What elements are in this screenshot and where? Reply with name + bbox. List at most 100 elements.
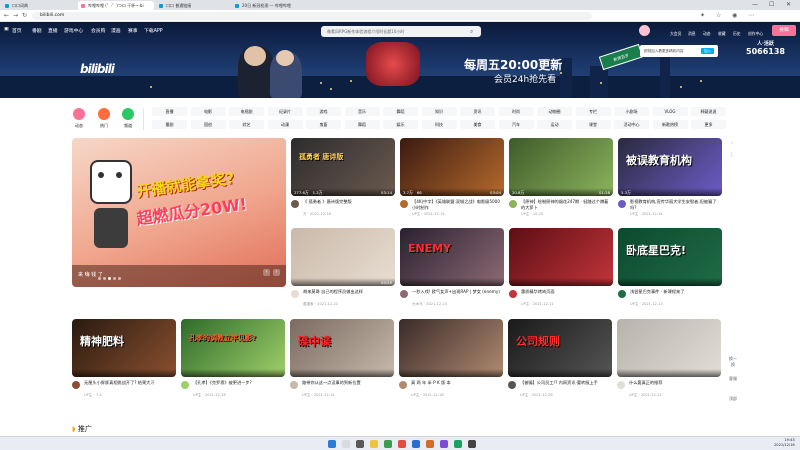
video-title[interactable]: 【孔孝】《克罗恩》被更进一步? (193, 380, 283, 391)
uploader-avatar[interactable] (509, 200, 517, 208)
sidebar-more-icon[interactable]: ⋮ (728, 152, 736, 158)
uploader-avatar[interactable] (617, 381, 625, 389)
uploader-avatar[interactable] (290, 381, 298, 389)
hot-channel-icon[interactable] (98, 108, 110, 120)
video-title[interactable]: 浅尝星巴克事件 - 新课程来了 (630, 289, 720, 300)
app-icon[interactable] (426, 440, 434, 448)
uploader-avatar[interactable] (509, 290, 517, 298)
video-title[interactable]: 影视教育机构,宣传华丽大学生安慰者,但被骗了吗? (630, 199, 720, 210)
channel-tag[interactable]: 资讯 (460, 107, 495, 116)
uploader-avatar[interactable] (72, 381, 80, 389)
channel-tag[interactable]: 运动 (537, 120, 572, 129)
video-author-date[interactable]: UP主 · 2021-12-22 (629, 393, 662, 398)
channel-tag[interactable]: 知识 (421, 107, 457, 116)
close-window-button[interactable]: ✕ (786, 0, 791, 10)
nav-esports[interactable]: 赛事 (128, 27, 138, 34)
channel-tag[interactable]: 动漫 (267, 120, 303, 129)
video-title[interactable]: 真 两 年 半 P K 版 本 (411, 380, 501, 391)
menu-icon[interactable]: ⋯ (748, 12, 754, 20)
nav-manga[interactable]: 漫画 (111, 27, 121, 34)
channel-tag[interactable]: 鬼畜 (306, 120, 341, 129)
channel-tag[interactable]: VLOG (652, 107, 688, 116)
app-icon[interactable] (440, 440, 448, 448)
channel-tag[interactable]: 音乐 (344, 107, 380, 116)
uploader-avatar[interactable] (400, 200, 408, 208)
channel-tag[interactable]: 活动中心 (614, 120, 649, 129)
upload-button[interactable]: 投稿 (772, 25, 796, 36)
channel-tag[interactable]: 舞蹈 (344, 120, 380, 129)
video-author-date[interactable]: UP主 · 2021-12-15 (302, 393, 335, 398)
file-explorer-icon[interactable] (370, 440, 378, 448)
nav-download-app[interactable]: 下载APP (144, 27, 163, 34)
video-card[interactable]: 04:25 胡来莫哥 自己的程序员做出这样墨墨家 · 2021-12-22 (291, 228, 395, 314)
url-field[interactable]: bilibili.com (32, 12, 592, 20)
video-author-date[interactable]: 大木马 · 2021-12-13 (412, 302, 447, 307)
minimize-button[interactable]: — (752, 0, 758, 10)
video-title[interactable]: 胡来莫哥 自己的程序员做出这样 (303, 289, 393, 300)
customer-service-button[interactable]: 客服 (728, 376, 738, 382)
video-thumbnail[interactable]: 孔孝的调教立竿见影? (181, 319, 285, 377)
uploader-avatar[interactable] (399, 381, 407, 389)
channel-tag[interactable]: 动物圈 (537, 107, 572, 116)
video-title[interactable]: 惠质精华烤肉页面 (521, 289, 611, 300)
browser-tab[interactable]: 口口 普通链接 (156, 1, 230, 10)
video-title[interactable]: 【4K|中字】《英雄联盟:双城之战》电影级5000小时制作 (412, 199, 502, 210)
video-title[interactable]: 【原神】绘制原神的烟花247期 · 轻踏过个蹲着的大萝卜 (521, 199, 611, 210)
uploader-avatar[interactable] (618, 290, 626, 298)
video-author-date[interactable]: UP主 · 2021-12-26 (193, 393, 226, 398)
channel-tag[interactable]: 更多 (691, 120, 726, 129)
video-thumbnail[interactable]: 20.8万 01:28 (509, 138, 613, 196)
video-card[interactable]: ENEMY 一秒入戏! 欧气女声+出现RAP | 梦女 (enemy) 大木马 · … (400, 228, 504, 314)
video-thumbnail[interactable]: 04:25 (291, 228, 395, 286)
nav-live[interactable]: 直播 (48, 27, 58, 34)
channel-tag[interactable]: 电影 (190, 107, 226, 116)
channel-tag[interactable]: 新歌热榜 (652, 120, 688, 129)
video-thumbnail[interactable]: 碟中谍 (290, 319, 394, 377)
channel-tag[interactable]: 汽车 (498, 120, 534, 129)
video-card[interactable]: 孤勇者 唐诗版 277.6万 1.2万 03:14 《 孤勇者 》唐诗版完整版方 · 2… (291, 138, 395, 224)
video-author-date[interactable]: 墨墨家 · 2021-12-22 (303, 302, 338, 307)
bilibili-logo[interactable]: bilibili (80, 62, 115, 76)
channel-tag[interactable]: 美食 (460, 120, 495, 129)
nav-history[interactable]: 历史 (733, 31, 741, 37)
video-card[interactable]: 碟中谍 路带你从这一点没事的到新位置 UP主 · 2021-12-15 (290, 319, 394, 405)
video-author-date[interactable]: UP主 · 2021-12-26 (520, 393, 553, 398)
promo-carousel[interactable]: 开播就能拿奖? 超燃瓜分20W! 来 嗨 钱 了 ‹ › (72, 138, 286, 287)
channel-tag[interactable]: 综艺 (229, 120, 264, 129)
uploader-avatar[interactable] (181, 381, 189, 389)
video-thumbnail[interactable]: 精神肥料 (72, 319, 176, 377)
login-popup-button[interactable]: 加入 (700, 48, 714, 54)
search-icon[interactable]: ⌕ (470, 28, 473, 36)
app-icon[interactable] (468, 440, 476, 448)
video-thumbnail[interactable]: 孤勇者 唐诗版 277.6万 1.2万 03:14 (291, 138, 395, 196)
nav-dynamic[interactable]: 动态 (703, 31, 711, 37)
uploader-avatar[interactable] (618, 200, 626, 208)
nav-mall[interactable]: 会员购 (91, 27, 105, 34)
nav-bangumi[interactable]: 番剧 (32, 27, 42, 34)
video-thumbnail[interactable] (617, 319, 721, 377)
video-card[interactable]: 3.7万 66 03:04 【4K|中字】《英雄联盟:双城之战》电影级5000小时制作… (400, 138, 504, 224)
forward-icon[interactable]: → (13, 12, 18, 20)
video-thumbnail[interactable]: ENEMY (400, 228, 504, 286)
channel-tag[interactable]: 课堂 (575, 120, 611, 129)
video-card[interactable]: 孔孝的调教立竿见影? 【孔孝】《克罗恩》被更进一步? UP主 · 2021-12-2… (181, 319, 285, 405)
video-title[interactable]: 无厘头小胖胖真相挑战开了? 结果大汗 (84, 380, 174, 391)
app-icon[interactable] (384, 440, 392, 448)
nav-creator-center[interactable]: 创作中心 (748, 31, 763, 37)
back-to-top-button[interactable]: 顶部 (728, 396, 738, 402)
video-author-date[interactable]: UP主 · 2021-12-14 (630, 212, 663, 217)
chrome-icon[interactable] (398, 440, 406, 448)
edge-icon[interactable] (412, 440, 420, 448)
extension-icon[interactable]: ✦ (700, 12, 705, 20)
maximize-button[interactable]: ☐ (769, 0, 774, 10)
channel-tag[interactable]: 纪录片 (267, 107, 303, 116)
back-icon[interactable]: ← (4, 12, 9, 20)
video-thumbnail[interactable] (399, 319, 503, 377)
video-card[interactable]: 惠质精华烤肉页面 UP主 · 2021-12-11 (509, 228, 613, 314)
channel-tag[interactable]: 专栏 (575, 107, 611, 116)
video-title[interactable]: 一秒入戏! 欧气女声+出现RAP | 梦女 (enemy) (412, 289, 502, 300)
task-view-icon[interactable] (356, 440, 364, 448)
home-icon[interactable]: ▣ (4, 27, 9, 32)
video-title[interactable]: 什么要真正的推荐 (629, 380, 719, 391)
dynamic-channel-icon[interactable] (73, 108, 85, 120)
